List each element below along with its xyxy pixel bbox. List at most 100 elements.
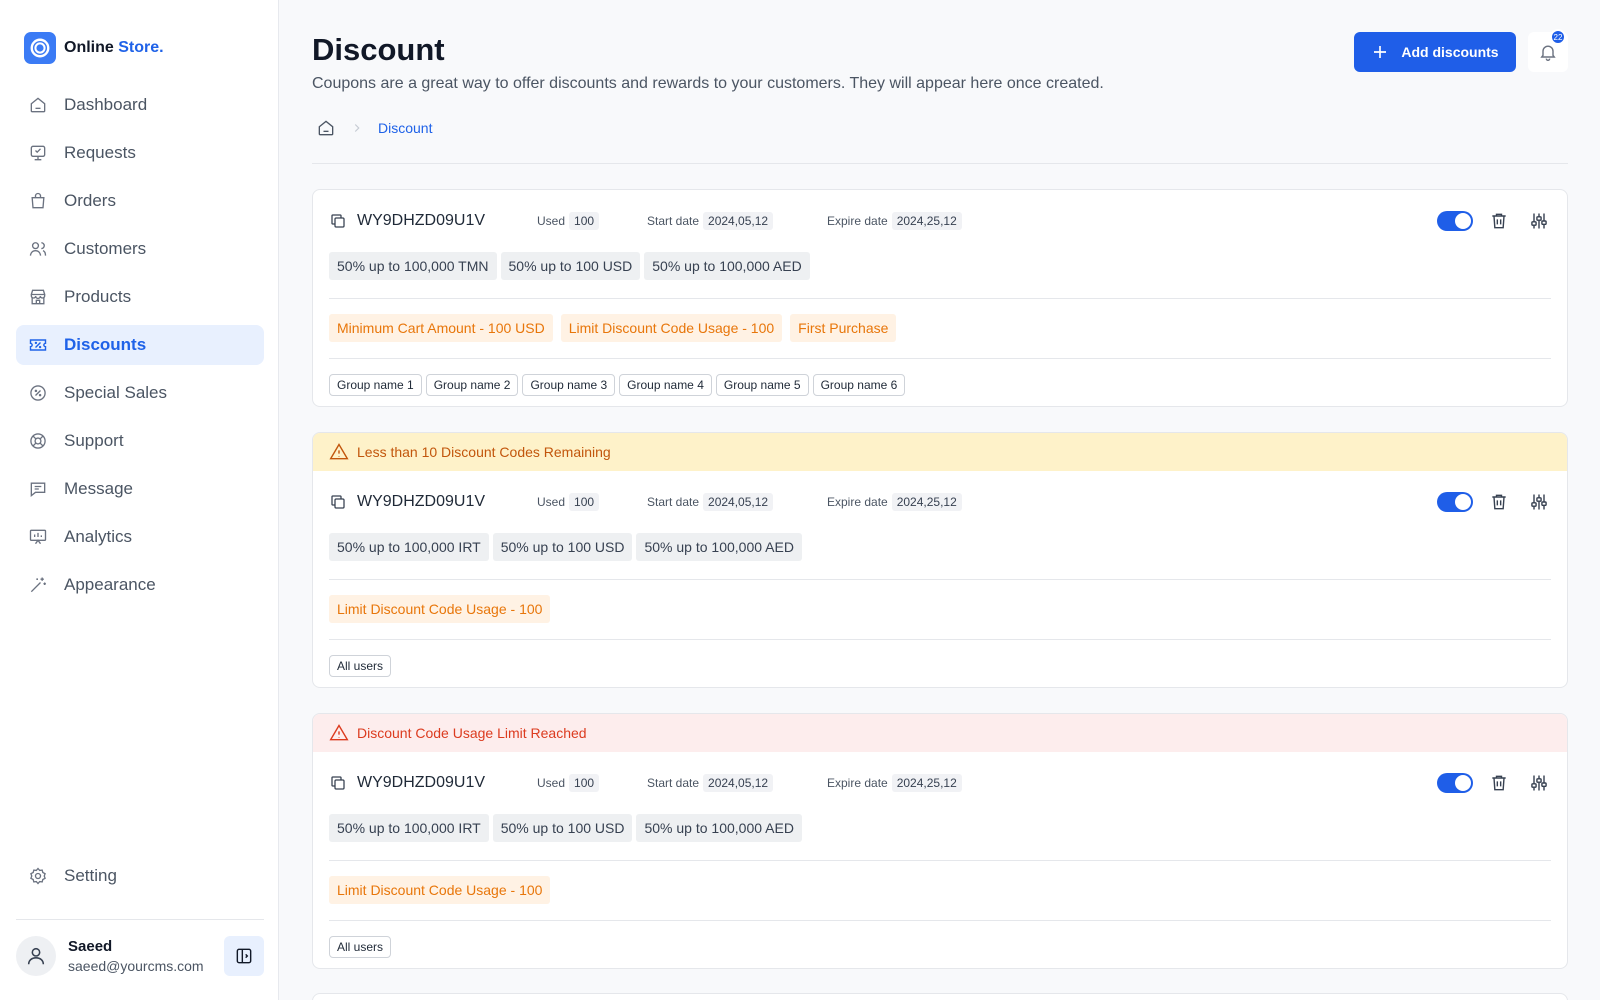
user-profile: Saeed saeed@yourcms.com: [16, 936, 264, 976]
sidebar-toggle-icon: [236, 948, 252, 964]
bell-icon: [1540, 45, 1556, 61]
analytics-icon: [29, 529, 47, 545]
discounts-icon: [29, 339, 47, 351]
group-tag: Group name 3: [522, 374, 616, 396]
enable-toggle[interactable]: [1437, 211, 1473, 231]
discount-card-partial: [312, 993, 1568, 1000]
alert-text: Less than 10 Discount Codes Remaining: [357, 444, 611, 460]
trash-icon[interactable]: [1489, 211, 1509, 231]
enable-toggle[interactable]: [1437, 773, 1473, 793]
price-tag: 50% up to 100,000 TMN: [329, 252, 497, 280]
sidebar-item-label: Analytics: [64, 527, 133, 546]
requests-icon: [30, 145, 46, 161]
home-icon[interactable]: [316, 118, 336, 138]
expire-date: Expire date 2024,25,12: [827, 774, 962, 792]
appearance-icon: [30, 577, 46, 593]
breadcrumb-current[interactable]: Discount: [378, 120, 432, 136]
condition-tags: Limit Discount Code Usage - 100: [313, 580, 1567, 639]
group-tags: Group name 1 Group name 2 Group name 3 G…: [313, 359, 1567, 406]
user-email: saeed@yourcms.com: [68, 958, 204, 974]
start-date: Start date 2024,05,12: [647, 774, 827, 792]
price-tags: 50% up to 100,000 IRT 50% up to 100 USD …: [313, 814, 1567, 860]
sidebar-item-discounts[interactable]: Discounts: [16, 325, 264, 365]
copy-icon[interactable]: [329, 774, 347, 792]
group-tags: All users: [313, 921, 1567, 968]
sidebar-item-label: Appearance: [64, 575, 156, 594]
expire-date: Expire date 2024,25,12: [827, 212, 962, 230]
sidebar-item-appearance[interactable]: Appearance: [16, 565, 264, 605]
price-tag: 50% up to 100 USD: [500, 252, 641, 280]
sidebar-item-setting[interactable]: Setting: [16, 856, 264, 896]
sidebar-item-dashboard[interactable]: Dashboard: [16, 85, 264, 125]
page-title: Discount: [312, 32, 445, 67]
discount-code-row: WY9DHZD09U1V Used 100 Start date 2024,05,1…: [313, 190, 1567, 252]
discount-card: WY9DHZD09U1V Used 100 Start date 2024,05,1…: [312, 189, 1568, 407]
price-tags: 50% up to 100,000 IRT 50% up to 100 USD …: [313, 533, 1567, 579]
sidebar-item-support[interactable]: Support: [16, 421, 264, 461]
alert-text: Discount Code Usage Limit Reached: [357, 725, 587, 741]
settings-sliders-icon[interactable]: [1529, 492, 1549, 512]
sidebar-item-label: Message: [64, 479, 133, 498]
orders-icon: [31, 192, 45, 209]
sidebar-item-label: Products: [64, 287, 132, 306]
condition-tags: Minimum Cart Amount - 100 USD Limit Disc…: [313, 299, 1567, 358]
used-count: Used 100: [537, 774, 647, 792]
sidebar-item-orders[interactable]: Orders: [16, 181, 264, 221]
trash-icon[interactable]: [1489, 492, 1509, 512]
copy-icon[interactable]: [329, 493, 347, 511]
group-tag: Group name 2: [425, 374, 519, 396]
add-discounts-button[interactable]: Add discounts: [1354, 32, 1516, 72]
condition-tags: Limit Discount Code Usage - 100: [313, 861, 1567, 920]
sidebar-item-label: Requests: [64, 143, 136, 162]
price-tag: 50% up to 100,000 AED: [644, 252, 810, 280]
danger-alert: Discount Code Usage Limit Reached: [313, 714, 1567, 752]
customers-icon: [29, 242, 47, 256]
dashboard-icon: [30, 97, 46, 113]
discount-code-row: WY9DHZD09U1V Used 100 Start date 2024,05,1…: [313, 471, 1567, 533]
group-tag: Group name 6: [812, 374, 906, 396]
start-date: Start date 2024,05,12: [647, 493, 827, 511]
condition-tag: Minimum Cart Amount - 100 USD: [329, 314, 553, 342]
user-name: Saeed: [68, 938, 113, 955]
sidebar-item-special-sales[interactable]: Special Sales: [16, 373, 264, 413]
copy-icon[interactable]: [329, 212, 347, 230]
group-tag: Group name 4: [619, 374, 712, 396]
products-icon: [30, 289, 46, 305]
discount-card: Less than 10 Discount Codes Remaining WY…: [312, 432, 1568, 688]
sidebar-item-message[interactable]: Message: [16, 469, 264, 509]
gear-icon: [30, 867, 46, 885]
card-actions: [1437, 471, 1549, 533]
sidebar-item-customers[interactable]: Customers: [16, 229, 264, 269]
discount-code-row: WY9DHZD09U1V Used 100 Start date 2024,05,1…: [313, 752, 1567, 814]
discount-code: WY9DHZD09U1V: [357, 493, 486, 510]
plus-icon: [1374, 46, 1387, 58]
trash-icon[interactable]: [1489, 773, 1509, 793]
logo[interactable]: Online Store.: [24, 32, 164, 64]
collapse-sidebar-button[interactable]: [224, 936, 264, 976]
price-tag: 50% up to 100 USD: [492, 533, 633, 561]
settings-sliders-icon[interactable]: [1529, 211, 1549, 231]
settings-sliders-icon[interactable]: [1529, 773, 1549, 793]
notifications-button[interactable]: 22: [1528, 29, 1568, 72]
start-date: Start date 2024,05,12: [647, 212, 827, 230]
special-sales-icon: [30, 385, 46, 401]
condition-tag: Limit Discount Code Usage - 100: [329, 876, 551, 904]
price-tags: 50% up to 100,000 TMN 50% up to 100 USD …: [313, 252, 1567, 298]
sidebar-item-products[interactable]: Products: [16, 277, 264, 317]
group-tag: Group name 1: [329, 374, 422, 396]
sidebar-item-requests[interactable]: Requests: [16, 133, 264, 173]
price-tag: 50% up to 100,000 AED: [636, 533, 802, 561]
price-tag: 50% up to 100,000 IRT: [329, 533, 489, 561]
card-actions: [1437, 752, 1549, 814]
sidebar-item-label: Dashboard: [64, 95, 148, 114]
discount-code: WY9DHZD09U1V: [357, 774, 486, 791]
sidebar-item-analytics[interactable]: Analytics: [16, 517, 264, 557]
header-divider: [312, 163, 1568, 164]
notification-badge: 22: [1550, 29, 1566, 45]
warning-icon: [329, 724, 349, 741]
avatar[interactable]: [16, 936, 56, 976]
enable-toggle[interactable]: [1437, 492, 1473, 512]
sidebar-item-label: Special Sales: [64, 383, 168, 402]
condition-tag: First Purchase: [790, 314, 897, 342]
price-tag: 50% up to 100 USD: [492, 814, 633, 842]
